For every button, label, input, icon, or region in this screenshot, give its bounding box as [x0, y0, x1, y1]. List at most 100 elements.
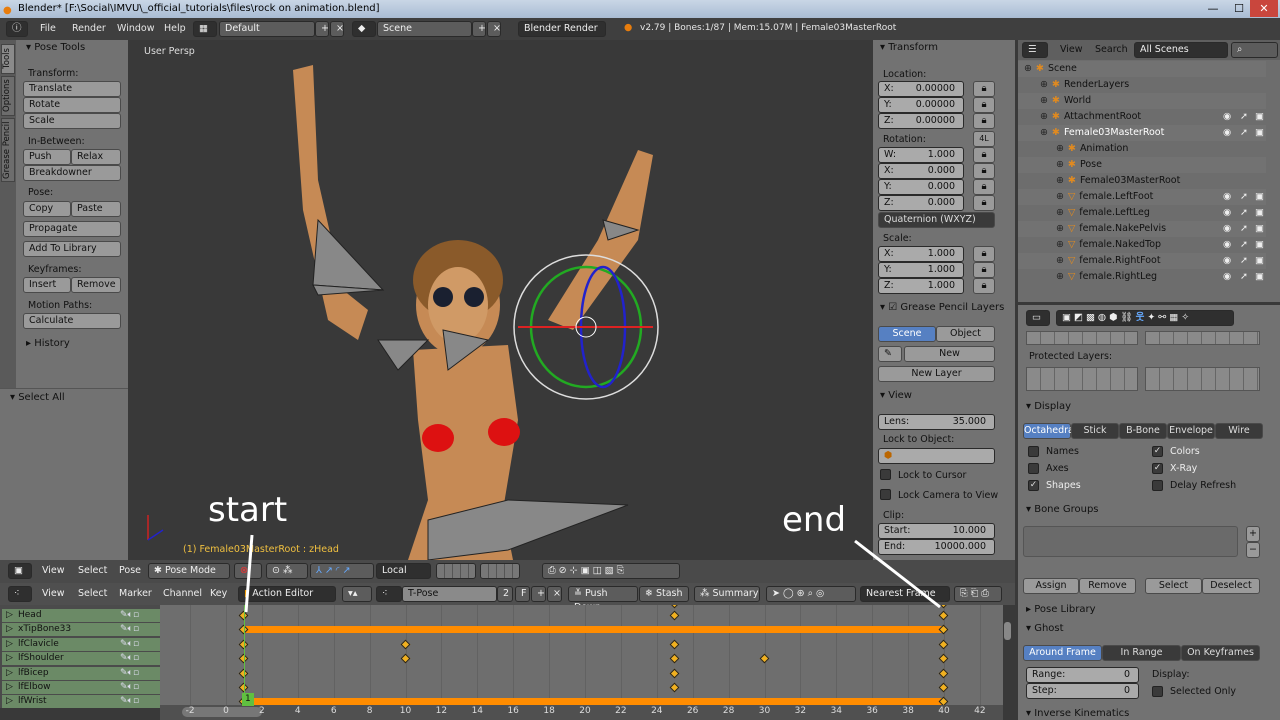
- keyframe[interactable]: [938, 653, 949, 664]
- grease-pencil-layers-header[interactable]: ▾ ☑ Grease Pencil Layers: [880, 302, 1004, 313]
- lock-camera-checkbox[interactable]: [880, 489, 891, 500]
- outliner-row[interactable]: ⊕ ▽ female.LeftFoot ◉ ➚ ▣: [1018, 189, 1266, 205]
- checkbox-shapes[interactable]: ✓: [1028, 480, 1039, 491]
- expand-icon[interactable]: ⊕: [1056, 191, 1064, 202]
- remove-bone-group-button[interactable]: −: [1246, 542, 1260, 558]
- clip-start-field[interactable]: Start: 10.000: [878, 523, 995, 539]
- render-camera-icon[interactable]: ▣: [1255, 253, 1264, 269]
- expand-icon[interactable]: ⊕: [1056, 223, 1064, 234]
- outliner-row[interactable]: ⊕ ✱ Female03MasterRoot: [1018, 173, 1266, 189]
- expand-icon[interactable]: ⊕: [1056, 255, 1064, 266]
- keyframe[interactable]: [669, 639, 680, 650]
- keyframe[interactable]: [400, 653, 410, 664]
- rotate-button[interactable]: Rotate: [23, 97, 121, 113]
- lens-field[interactable]: Lens: 35.000: [878, 414, 995, 430]
- keyframe[interactable]: [938, 610, 949, 621]
- expand-icon[interactable]: ⊕: [1056, 159, 1064, 170]
- visibility-eye-icon[interactable]: ◉: [1223, 189, 1231, 205]
- select-arrow-icon[interactable]: ➚: [1240, 221, 1248, 237]
- select-all-header[interactable]: ▾ Select All: [10, 392, 65, 403]
- display-mode-wire[interactable]: Wire: [1215, 423, 1263, 439]
- layer-buttons[interactable]: [436, 563, 476, 579]
- snap-mode-selector[interactable]: Nearest Frame: [860, 586, 950, 602]
- assign-button[interactable]: Assign: [1023, 578, 1079, 594]
- keyframe[interactable]: [938, 682, 949, 693]
- outliner-menu-view[interactable]: View: [1060, 44, 1083, 55]
- lock-icon[interactable]: 🔒︎: [973, 81, 995, 97]
- close-button[interactable]: ✕: [1250, 0, 1278, 17]
- context-tabs[interactable]: ▣◩▩◍⬢⛓웃✦⚯▦✧: [1056, 310, 1234, 326]
- orientation-selector[interactable]: Local: [376, 563, 431, 579]
- visibility-eye-icon[interactable]: ◉: [1223, 205, 1231, 221]
- lock-icon[interactable]: 🔒︎: [973, 179, 995, 195]
- render-camera-icon[interactable]: ▣: [1255, 109, 1264, 125]
- menu-view[interactable]: View: [42, 565, 65, 576]
- tab-grease-pencil[interactable]: Grease Pencil: [1, 118, 15, 182]
- expand-triangle-icon[interactable]: ▷: [6, 652, 13, 665]
- summary-keyframe[interactable]: [669, 605, 680, 609]
- channel-toggles-icon[interactable]: ✎🔈︎▫: [120, 609, 139, 622]
- action-name-field[interactable]: T-Pose: [402, 586, 497, 602]
- checkbox-delay-refresh[interactable]: [1152, 480, 1163, 491]
- channel-row[interactable]: ▷ lfShoulder ✎🔈︎▫: [2, 652, 160, 666]
- expand-triangle-icon[interactable]: ▷: [6, 667, 13, 680]
- outliner-row[interactable]: ⊕ ✱ RenderLayers: [1018, 77, 1266, 93]
- keyframe[interactable]: [669, 610, 680, 621]
- outliner-editor-type[interactable]: ☰: [1022, 42, 1048, 58]
- scene-icon[interactable]: ◆: [352, 21, 376, 37]
- channel-row[interactable]: ▷ lfElbow ✎🔈︎▫: [2, 681, 160, 694]
- push-down-button[interactable]: ≚ Push Down: [568, 586, 638, 613]
- summary-keyframe[interactable]: [938, 605, 949, 609]
- expand-icon[interactable]: ⊕: [1024, 63, 1032, 74]
- lock-icon[interactable]: 🔒︎: [973, 163, 995, 179]
- outliner-row[interactable]: ⊕ ▽ female.RightFoot ◉ ➚ ▣: [1018, 253, 1266, 269]
- bone-layers-grid[interactable]: [1026, 331, 1138, 345]
- visibility-eye-icon[interactable]: ◉: [1223, 237, 1231, 253]
- gp-pencil-icon[interactable]: ✎: [878, 346, 902, 362]
- copy-paste-keys[interactable]: ⎘ ⎗ ⎙: [954, 586, 1002, 602]
- outliner-row[interactable]: ⊕ ▽ female.NakePelvis ◉ ➚ ▣: [1018, 221, 1266, 237]
- rotation-field[interactable]: Z: 0.000: [878, 195, 964, 211]
- checkbox-axes[interactable]: [1028, 463, 1039, 474]
- channel-row[interactable]: ▷ xTipBone33 ✎🔈︎▫: [2, 623, 160, 637]
- push-button[interactable]: Push: [23, 149, 71, 165]
- lock-icon[interactable]: 🔒︎: [973, 147, 995, 163]
- vertical-scrollbar[interactable]: [1004, 622, 1011, 640]
- editor-type-info-button[interactable]: ⓘ: [6, 21, 28, 37]
- view-header[interactable]: ▾ View: [880, 390, 912, 401]
- bone-layers-grid[interactable]: [1145, 331, 1260, 345]
- paste-button[interactable]: Paste: [71, 201, 121, 217]
- gp-object-button[interactable]: Object: [936, 326, 995, 342]
- copy-button[interactable]: Copy: [23, 201, 71, 217]
- 3d-viewport[interactable]: User Persp (1) Female03MasterRoot : zHea…: [128, 40, 873, 560]
- gp-new-button[interactable]: New: [904, 346, 995, 362]
- checkbox-colors[interactable]: ✓: [1152, 446, 1163, 457]
- rotation-field[interactable]: Y: 0.000: [878, 179, 964, 195]
- scale-button[interactable]: Scale: [23, 113, 121, 129]
- channel-toggles-icon[interactable]: ✎🔈︎▫: [120, 623, 139, 636]
- pose-library-header[interactable]: ▸ Pose Library: [1026, 604, 1096, 615]
- current-frame-indicator[interactable]: 1: [241, 693, 254, 706]
- menu-marker[interactable]: Marker: [119, 588, 152, 599]
- outliner-row[interactable]: ⊕ ▽ female.RightLeg ◉ ➚ ▣: [1018, 269, 1266, 285]
- outliner-row[interactable]: ⊕ ✱ World: [1018, 93, 1266, 109]
- menu-key[interactable]: Key: [210, 588, 227, 599]
- location-field[interactable]: Z: 0.00000: [878, 113, 964, 129]
- select-button[interactable]: Select: [1145, 578, 1202, 594]
- lock-object-field[interactable]: ⬢: [878, 448, 995, 464]
- action-icon[interactable]: ⁖: [376, 586, 402, 602]
- checkbox-names[interactable]: [1028, 446, 1039, 457]
- lock-icon[interactable]: 🔒︎: [973, 195, 995, 211]
- render-camera-icon[interactable]: ▣: [1255, 189, 1264, 205]
- channel-toggles-icon[interactable]: ✎🔈︎▫: [120, 695, 139, 708]
- keyframe[interactable]: [669, 682, 680, 693]
- outliner-search-input[interactable]: ⌕: [1231, 42, 1278, 58]
- pivot-selector[interactable]: ⊙ ⁂: [266, 563, 308, 579]
- expand-icon[interactable]: ⊕: [1040, 79, 1048, 90]
- expand-triangle-icon[interactable]: ▷: [6, 638, 13, 651]
- select-arrow-icon[interactable]: ➚: [1240, 109, 1248, 125]
- add-to-library-button[interactable]: Add To Library: [23, 241, 121, 257]
- menu-window[interactable]: Window: [117, 23, 154, 34]
- menu-render[interactable]: Render: [72, 23, 106, 34]
- relax-button[interactable]: Relax: [71, 149, 121, 165]
